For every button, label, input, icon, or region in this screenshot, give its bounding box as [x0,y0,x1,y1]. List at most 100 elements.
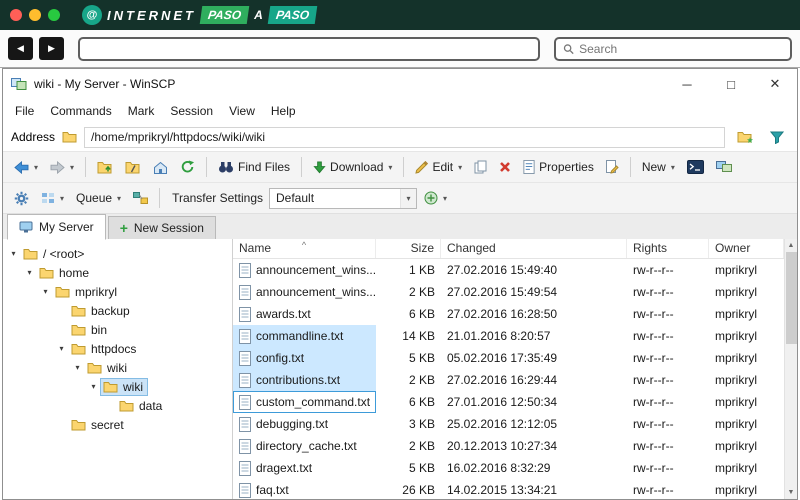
properties-button[interactable]: Properties [518,157,599,177]
synchronize-button[interactable] [711,158,737,176]
file-name: dragext.txt [256,461,313,475]
delete-button[interactable] [494,158,516,176]
menu-session[interactable]: Session [162,101,221,121]
file-owner: mprikryl [715,373,757,387]
browser-forward-button[interactable]: ▶ [39,37,64,60]
find-files-button[interactable]: Find Files [213,157,295,177]
tree-label: mprikryl [75,284,117,299]
custom-commands-button[interactable] [601,157,624,177]
tree-item-wiki[interactable]: ▾ wiki [3,358,232,377]
transfer-options-button[interactable]: ▾ [419,188,452,208]
tree-item-bin[interactable]: bin [3,320,232,339]
tab-label: My Server [39,220,94,234]
menu-file[interactable]: File [7,101,42,121]
column-header-name[interactable]: ^ Name [233,239,376,258]
close-traffic-light[interactable] [10,9,22,21]
tree-item-home[interactable]: ▾ home [3,263,232,282]
queue-panels-icon [133,192,149,204]
edit-button[interactable]: Edit ▾ [410,157,467,177]
text-file-icon [239,416,251,432]
home-directory-button[interactable] [148,158,173,177]
file-name: faq.txt [256,483,289,497]
minimize-traffic-light[interactable] [29,9,41,21]
menu-view[interactable]: View [221,101,263,121]
combo-arrow-icon[interactable]: ▾ [400,188,416,208]
tree-item-mprikryl[interactable]: ▾ mprikryl [3,282,232,301]
refresh-button[interactable] [175,157,200,177]
preferences-button[interactable] [9,188,34,209]
file-row[interactable]: custom_command.txt 6 KB 27.01.2016 12:50… [233,391,784,413]
close-button[interactable]: ✕ [753,69,797,99]
file-row[interactable]: announcement_wins... 2 KB 27.02.2016 15:… [233,281,784,303]
queue-toggle-button[interactable] [128,189,153,207]
back-button[interactable]: ▾ [9,158,43,177]
column-header-rights[interactable]: Rights [627,239,709,258]
tab-new-session[interactable]: + New Session [107,216,216,239]
file-row[interactable]: directory_cache.txt 2 KB 20.12.2013 10:2… [233,435,784,457]
expander-icon[interactable]: ▾ [23,268,36,277]
zoom-traffic-light[interactable] [48,9,60,21]
browser-search-box[interactable] [554,36,792,61]
minimize-button[interactable]: ─ [665,69,709,99]
file-owner: mprikryl [715,285,757,299]
expander-icon[interactable]: ▾ [55,344,68,353]
column-header-owner[interactable]: Owner [709,239,784,258]
filter-button[interactable] [765,128,789,147]
scrollbar-thumb[interactable] [785,252,797,344]
file-rights: rw-r--r-- [633,373,674,387]
tree-item-data[interactable]: data [3,396,232,415]
tree-item-wiki-selected[interactable]: ▾ wiki [3,377,232,396]
browser-back-button[interactable]: ◀ [8,37,33,60]
scroll-up-icon[interactable]: ▲ [788,239,795,252]
browser-address-bar[interactable] [78,36,540,61]
file-row[interactable]: commandline.txt 14 KB 21.01.2016 8:20:57… [233,325,784,347]
file-changed: 20.12.2013 10:27:34 [447,439,558,453]
file-owner: mprikryl [715,439,757,453]
address-path-input[interactable]: /home/mprikryl/httpdocs/wiki/wiki [84,126,725,148]
tree-item-backup[interactable]: backup [3,301,232,320]
scroll-down-icon[interactable]: ▼ [788,486,795,499]
root-directory-button[interactable] [120,158,146,177]
file-row[interactable]: contributions.txt 2 KB 27.02.2016 16:29:… [233,369,784,391]
file-name: commandline.txt [256,329,344,343]
search-input[interactable] [579,41,783,56]
logo-text-paso1: PASO [199,6,250,24]
file-row[interactable]: announcement_wins... 1 KB 27.02.2016 15:… [233,259,784,281]
file-row[interactable]: config.txt 5 KB 05.02.2016 17:35:49 rw-r… [233,347,784,369]
forward-button[interactable]: ▾ [45,158,79,177]
file-row[interactable]: debugging.txt 3 KB 25.02.2016 12:12:05 r… [233,413,784,435]
tree-item-httpdocs[interactable]: ▾ httpdocs [3,339,232,358]
transfer-settings-dropdown[interactable]: Default ▾ [269,187,417,209]
maximize-button[interactable]: □ [709,69,753,99]
menu-mark[interactable]: Mark [120,101,163,121]
column-header-size[interactable]: Size [376,239,441,258]
expander-icon[interactable]: ▾ [71,363,84,372]
file-size: 3 KB [408,417,435,431]
queue-button[interactable]: Queue ▾ [71,188,126,208]
tab-my-server[interactable]: My Server [7,214,106,240]
bookmark-directory-button[interactable] [732,128,758,147]
vertical-scrollbar[interactable]: ▲ ▼ [784,239,797,499]
panel-layout-button[interactable]: ▾ [36,189,69,207]
column-header-changed[interactable]: Changed [441,239,627,258]
file-owner: mprikryl [715,329,757,343]
file-row[interactable]: faq.txt 26 KB 14.02.2015 13:34:21 rw-r--… [233,479,784,499]
file-row[interactable]: dragext.txt 5 KB 16.02.2016 8:32:29 rw-r… [233,457,784,479]
download-button[interactable]: Download ▾ [308,157,397,177]
new-button[interactable]: New ▾ [637,157,680,177]
expander-icon[interactable]: ▾ [39,287,52,296]
tree-label: bin [91,322,108,337]
file-rights: rw-r--r-- [633,307,674,321]
menu-commands[interactable]: Commands [42,101,119,121]
expander-icon[interactable]: ▾ [7,249,20,258]
parent-directory-button[interactable] [92,158,118,177]
file-changed: 27.02.2016 15:49:40 [447,263,558,277]
copy-button[interactable] [469,157,492,177]
menu-help[interactable]: Help [263,101,304,121]
address-row: Address /home/mprikryl/httpdocs/wiki/wik… [3,123,797,151]
tree-item-secret[interactable]: secret [3,415,232,434]
file-row[interactable]: awards.txt 6 KB 27.02.2016 16:28:50 rw-r… [233,303,784,325]
tree-item-root[interactable]: ▾ / <root> [3,244,232,263]
expander-icon[interactable]: ▾ [87,382,100,391]
open-terminal-button[interactable] [682,157,709,177]
